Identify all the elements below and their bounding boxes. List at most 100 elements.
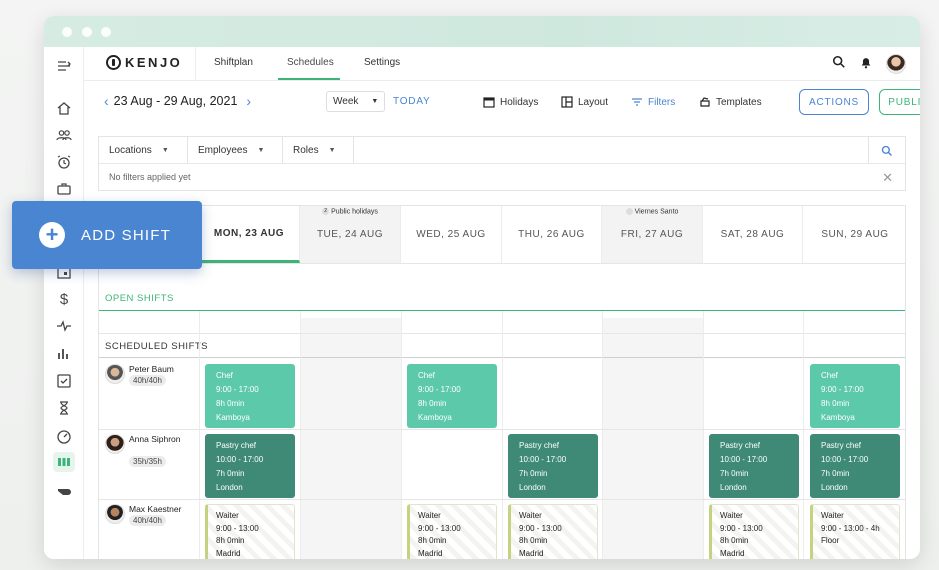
locations-filter[interactable]: Locations ▼ — [99, 137, 188, 164]
shift-card[interactable]: Chef 9:00 - 17:00 8h 0min Kamboya — [205, 364, 295, 428]
bell-icon[interactable] — [859, 55, 873, 74]
shift-location: Madrid — [216, 548, 241, 558]
search-icon[interactable] — [832, 55, 846, 74]
day-label: MON, 23 AUG — [213, 227, 285, 239]
templates-label: Templates — [716, 96, 762, 108]
day-label: SUN, 29 AUG — [821, 229, 889, 240]
shift-role: Pastry chef — [821, 441, 862, 450]
briefcase-icon[interactable] — [55, 180, 73, 198]
brand-name: KENJO — [125, 55, 183, 70]
view-select[interactable]: Week ▼ — [326, 91, 386, 112]
employee-row-divider — [99, 499, 905, 500]
filters-label: Filters — [648, 96, 676, 108]
kenjo-logo[interactable]: KENJO — [106, 55, 182, 70]
previous-week-chevron-icon[interactable]: ‹ — [104, 93, 109, 109]
day-header-thu[interactable]: THU, 26 AUG — [502, 206, 602, 263]
day-header-wed[interactable]: WED, 25 AUG — [401, 206, 502, 263]
shift-location: London — [821, 483, 848, 492]
tab-schedules[interactable]: Schedules — [287, 57, 334, 68]
employee-name: Peter Baum — [129, 364, 174, 374]
shift-card[interactable]: Waiter 9:00 - 13:00 8h 0min Madrid — [407, 504, 497, 559]
roles-filter[interactable]: Roles ▼ — [283, 137, 354, 164]
actions-button[interactable]: ACTIONS — [799, 89, 869, 115]
holiday-dot-icon — [625, 208, 633, 215]
templates-button[interactable]: Templates — [699, 96, 762, 108]
hourglass-icon[interactable] — [55, 399, 73, 417]
shift-card[interactable]: Chef 9:00 - 17:00 8h 0min Kamboya — [810, 364, 900, 428]
clear-filters-close-icon[interactable]: ✕ — [882, 170, 893, 186]
bar-chart-icon[interactable] — [55, 344, 73, 362]
holidays-button[interactable]: Holidays — [483, 96, 538, 108]
publish-button[interactable]: PUBLISH — [879, 89, 920, 115]
day-label: TUE, 24 AUG — [316, 229, 384, 240]
window-dot-close[interactable] — [62, 27, 72, 37]
window-dot-minimize[interactable] — [82, 27, 92, 37]
employee-name: Anna Siphron — [129, 434, 181, 444]
shift-card[interactable]: Waiter 9:00 - 13:00 8h 0min Madrid — [709, 504, 799, 559]
alarm-clock-icon[interactable] — [55, 153, 73, 171]
column-divider — [703, 311, 704, 559]
column-divider — [300, 311, 301, 559]
home-icon[interactable] — [55, 99, 73, 117]
shift-time: 10:00 - 17:00 — [216, 455, 264, 464]
add-shift-button[interactable]: + ADD SHIFT — [12, 201, 202, 269]
today-button[interactable]: TODAY — [393, 96, 431, 107]
filter-search-button[interactable] — [868, 137, 905, 164]
holiday-count: 2 — [322, 208, 330, 215]
day-label: THU, 26 AUG — [518, 229, 585, 240]
holiday-name: Viernes Santo — [634, 208, 679, 216]
shift-role: Waiter — [216, 511, 239, 520]
shift-location: Madrid — [418, 548, 443, 558]
people-icon[interactable] — [55, 126, 73, 144]
pulse-icon[interactable] — [55, 317, 73, 335]
day-header-sat[interactable]: SAT, 28 AUG — [703, 206, 803, 263]
shift-card[interactable]: Waiter 9:00 - 13:00 - 4h Floor — [810, 504, 900, 559]
shift-card[interactable]: Waiter 9:00 - 13:00 8h 0min Madrid — [508, 504, 598, 559]
day-header-mon[interactable]: MON, 23 AUG — [199, 206, 300, 263]
next-week-chevron-icon[interactable]: › — [246, 93, 251, 109]
day-label: WED, 25 AUG — [416, 229, 486, 240]
employees-filter[interactable]: Employees ▼ — [188, 137, 283, 164]
day-header-tue[interactable]: 2 Public holidays TUE, 24 AUG — [300, 206, 401, 263]
checklist-icon[interactable] — [55, 372, 73, 390]
user-avatar[interactable] — [886, 54, 906, 74]
chevron-down-icon: ▼ — [257, 147, 265, 154]
day-label: SAT, 28 AUG — [720, 229, 785, 240]
shift-time: 9:00 - 13:00 — [519, 523, 562, 533]
menu-collapse-icon[interactable] — [55, 57, 73, 75]
week-navigator: ‹ 23 Aug - 29 Aug, 2021 › — [104, 93, 251, 109]
shift-card[interactable]: Chef 9:00 - 17:00 8h 0min Kamboya — [407, 364, 497, 428]
shift-time: 9:00 - 13:00 — [418, 523, 461, 533]
day-label: FRI, 27 AUG — [620, 229, 684, 240]
holiday-name: Public holidays — [331, 208, 378, 216]
sidebar: $ — [44, 47, 84, 559]
app-window: $ KENJO Shiftplan Schedules Settings ‹ 2… — [44, 16, 920, 559]
filters-button[interactable]: Filters — [631, 96, 675, 108]
dollar-icon[interactable]: $ — [55, 290, 73, 308]
layout-button[interactable]: Layout — [561, 96, 608, 108]
avatar — [105, 434, 125, 454]
shift-location: Kamboya — [821, 413, 855, 422]
whistle-icon[interactable] — [55, 482, 73, 500]
shift-location: London — [519, 483, 546, 492]
shift-time: 10:00 - 17:00 — [720, 455, 768, 464]
shift-duration: 7h 0min — [821, 469, 850, 478]
day-header-fri[interactable]: Viernes Santo FRI, 27 AUG — [602, 206, 703, 263]
tab-settings[interactable]: Settings — [364, 57, 400, 68]
shift-card[interactable]: Pastry chef 10:00 - 17:00 7h 0min London — [810, 434, 900, 498]
shift-card[interactable]: Pastry chef 10:00 - 17:00 7h 0min London — [508, 434, 598, 498]
shift-time: 9:00 - 17:00 — [821, 385, 864, 394]
tab-shiftplan[interactable]: Shiftplan — [214, 57, 253, 68]
shift-card[interactable]: Pastry chef 10:00 - 17:00 7h 0min London — [709, 434, 799, 498]
view-select-value: Week — [333, 96, 359, 107]
shift-duration: 8h 0min — [720, 536, 749, 545]
shift-card[interactable]: Pastry chef 10:00 - 17:00 7h 0min London — [205, 434, 295, 498]
day-header-sun[interactable]: SUN, 29 AUG — [803, 206, 905, 263]
gauge-icon[interactable] — [55, 427, 73, 445]
filter-icon — [632, 98, 642, 106]
shift-role: Waiter — [720, 511, 743, 520]
shiftplan-icon[interactable] — [53, 452, 75, 472]
shift-card[interactable]: Waiter 9:00 - 13:00 8h 0min Madrid — [205, 504, 295, 559]
holiday-tag: Viernes Santo — [602, 208, 702, 215]
window-dot-maximize[interactable] — [101, 27, 111, 37]
